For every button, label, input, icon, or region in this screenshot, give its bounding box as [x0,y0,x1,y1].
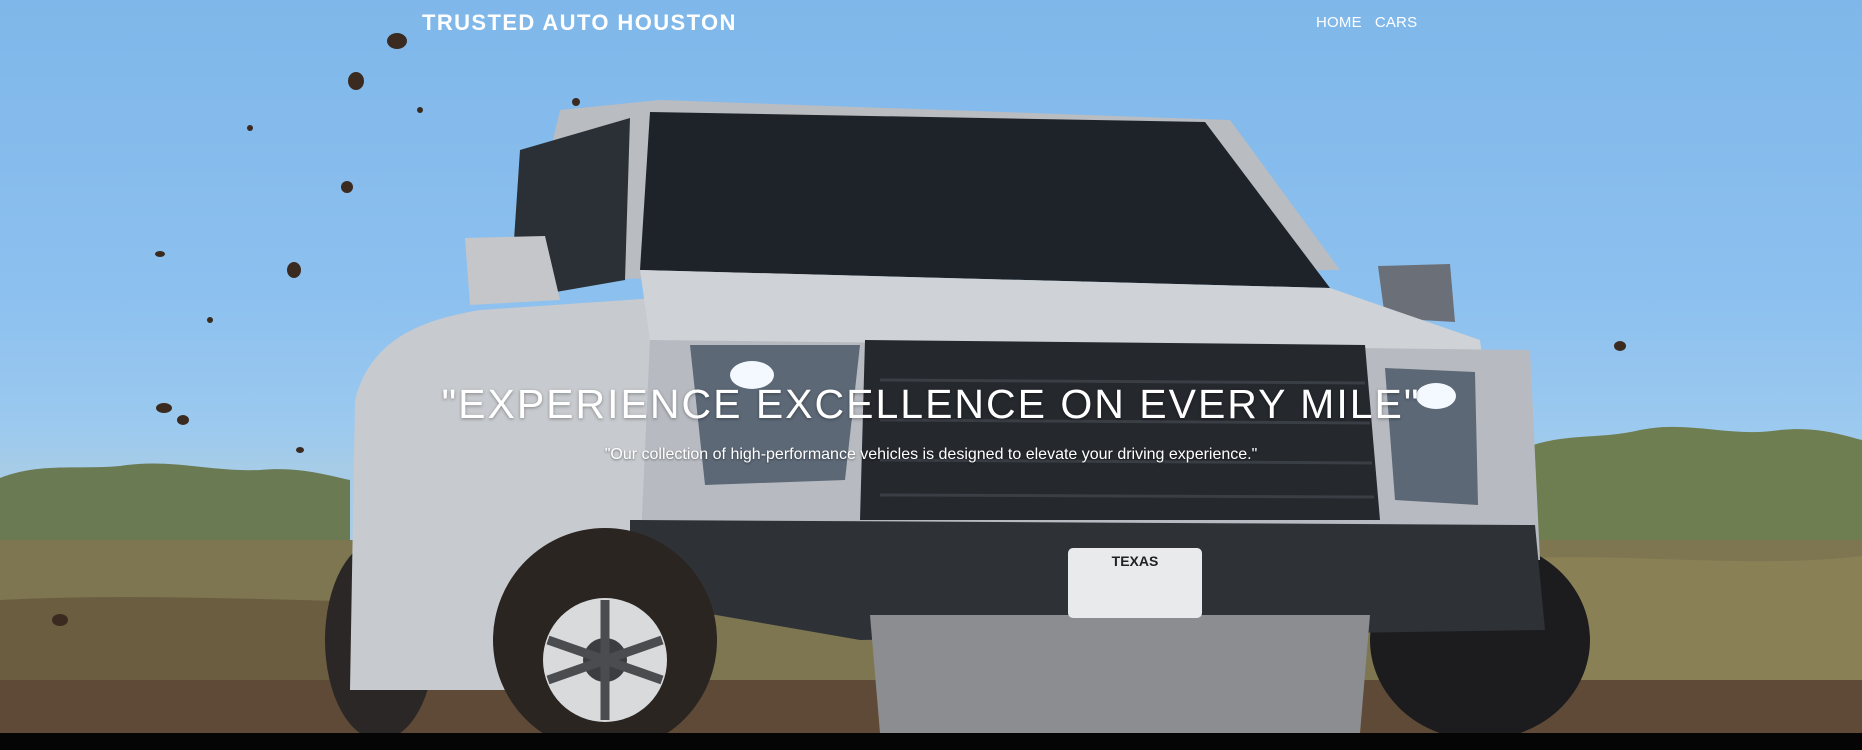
nav-item-home[interactable]: HOME [1316,14,1362,31]
hero-headline: "EXPERIENCE EXCELLENCE ON EVERY MILE" [441,381,1421,427]
brand-logo-link[interactable]: TRUSTED AUTO HOUSTON [422,10,737,36]
hero-subheadline: "Our collection of high-performance vehi… [604,446,1258,463]
main-nav: HOME CARS [1316,14,1417,31]
nav-item-cars[interactable]: CARS [1375,14,1417,31]
hero-background-image: TEXAS [0,33,1862,733]
hero-section: TEXAS TRUSTED AUTO HOUSTON HOME CARS "EX… [0,0,1862,733]
license-plate-text: TEXAS [1112,553,1159,569]
bottom-bar [0,733,1862,750]
